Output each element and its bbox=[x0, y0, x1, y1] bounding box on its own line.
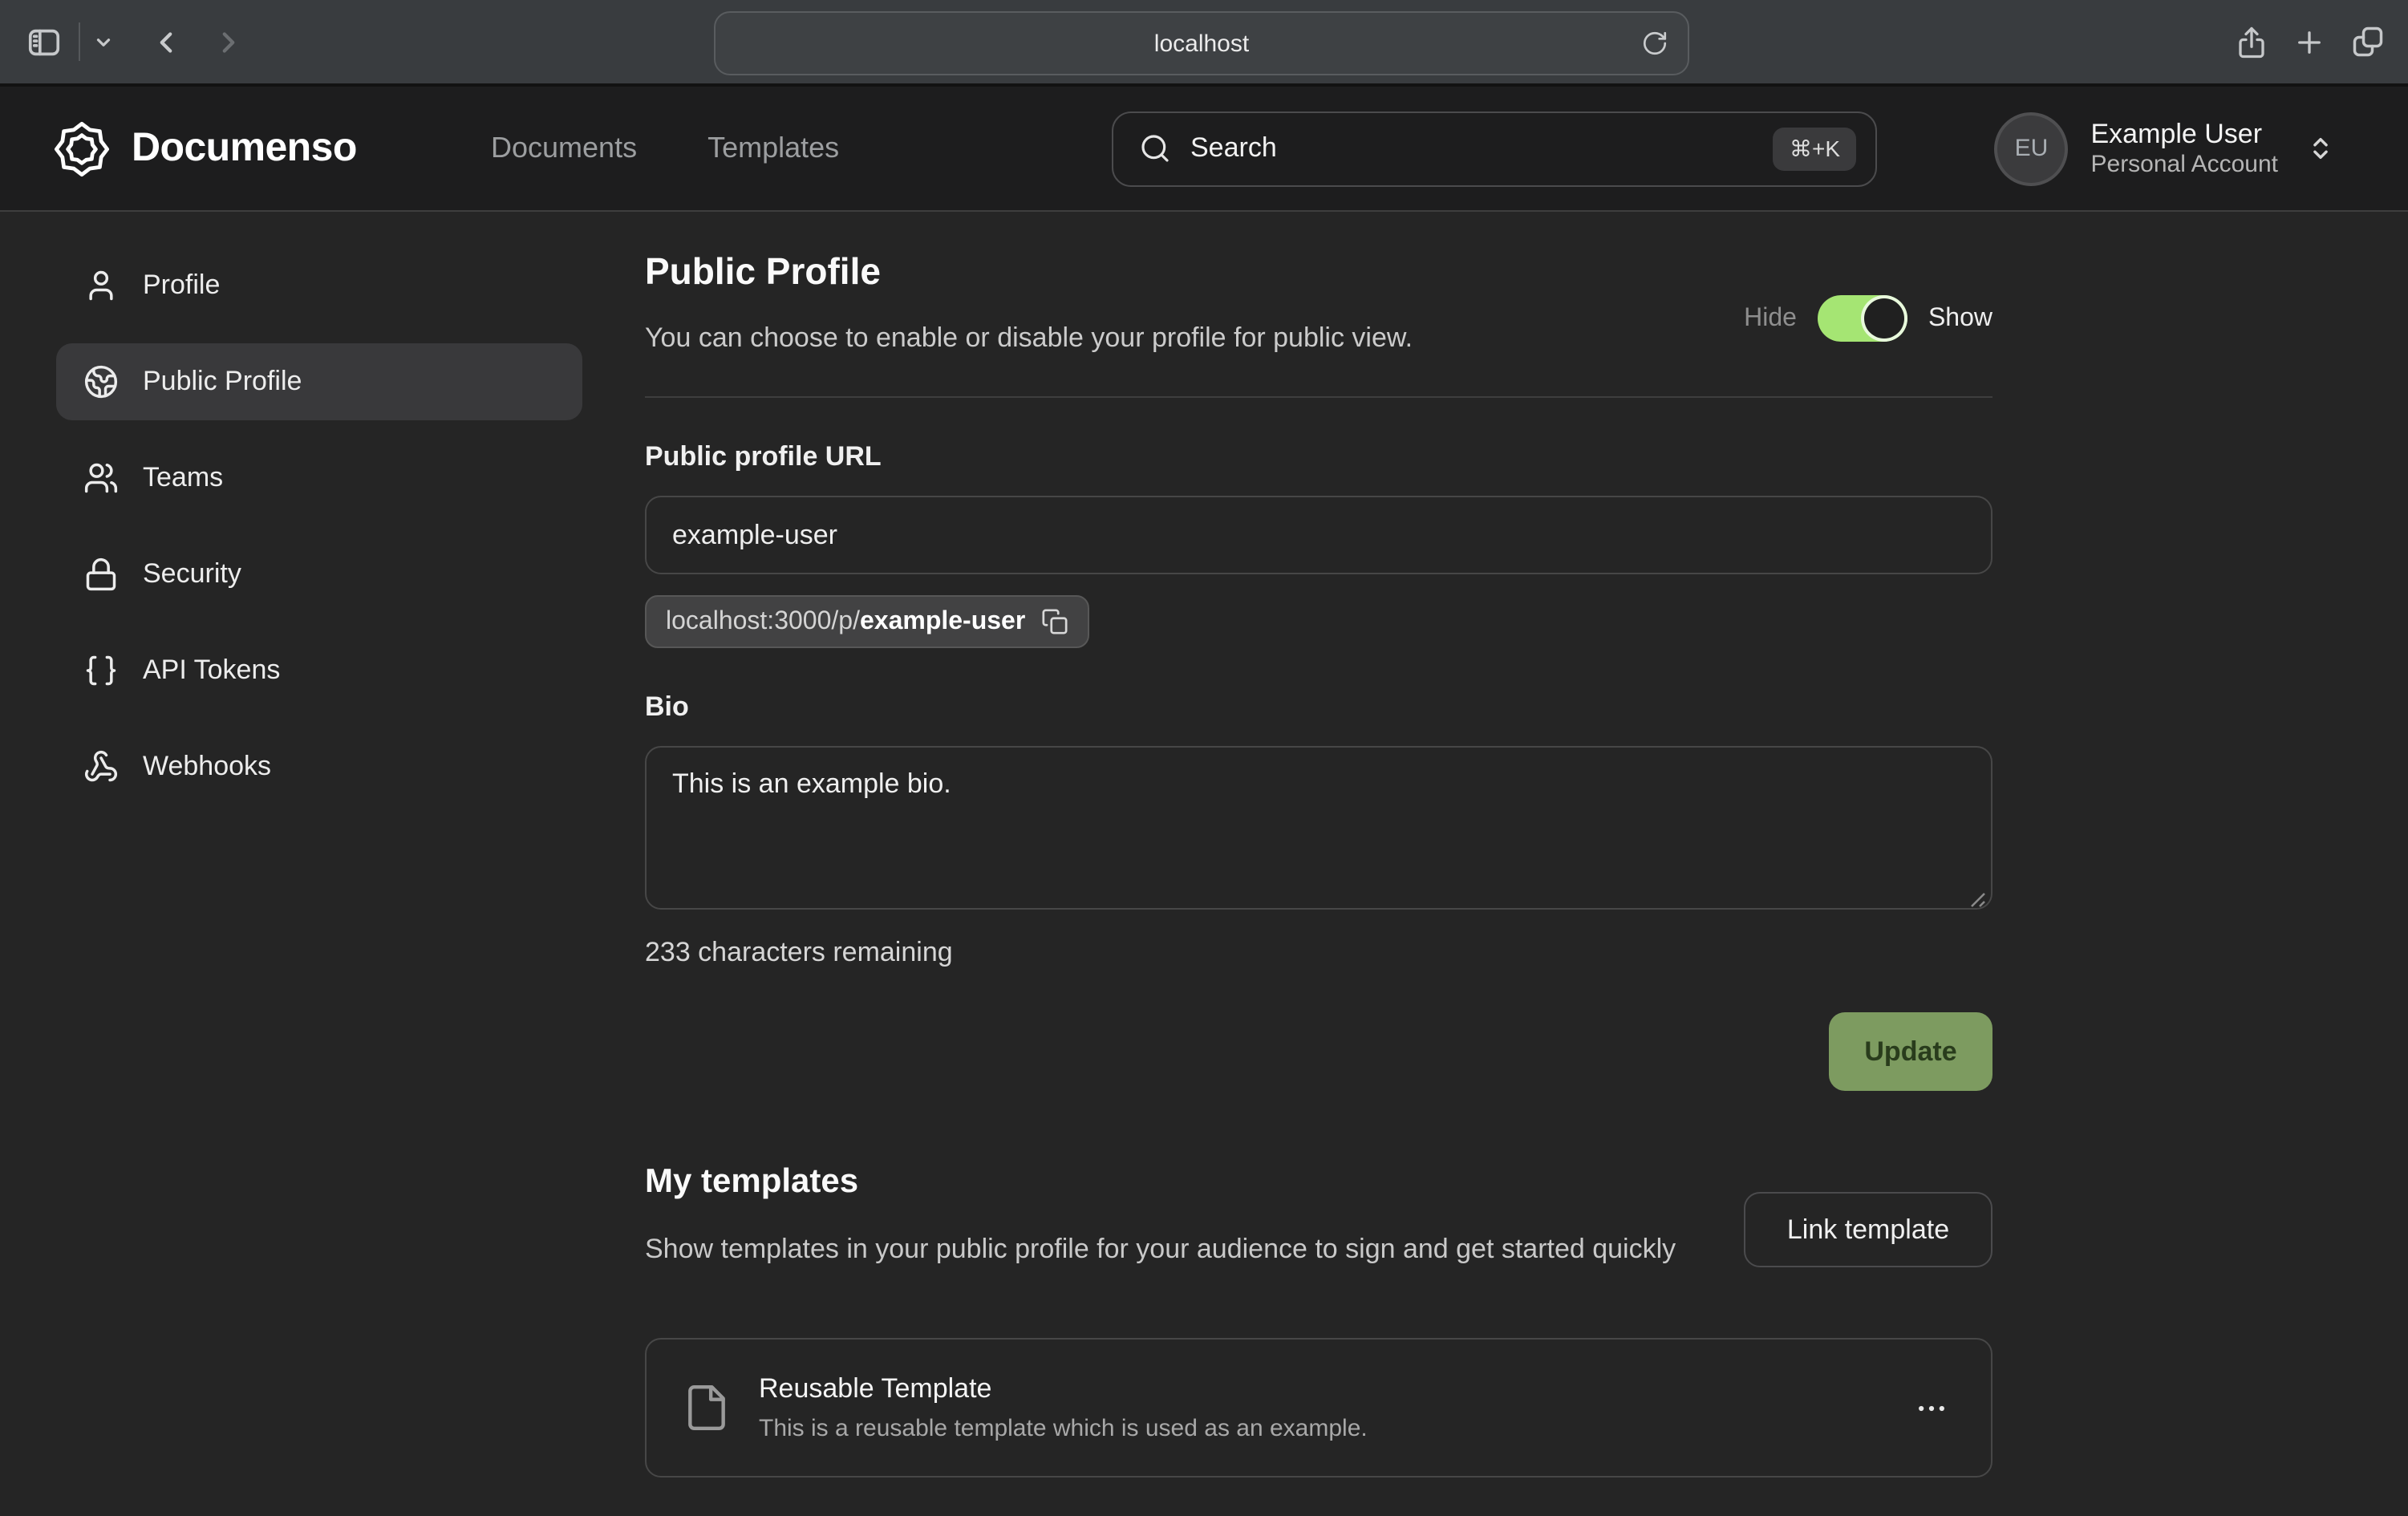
sidebar-item-public-profile[interactable]: Public Profile bbox=[56, 343, 582, 420]
copy-profile-link-chip[interactable]: localhost:3000/p/example-user bbox=[645, 595, 1089, 648]
share-icon[interactable] bbox=[2235, 25, 2268, 59]
users-icon bbox=[83, 460, 119, 496]
search-input[interactable]: Search ⌘+K bbox=[1112, 111, 1877, 186]
sidebar-item-api-tokens[interactable]: API Tokens bbox=[56, 632, 582, 709]
profile-link-slug: example-user bbox=[860, 607, 1025, 634]
browser-chrome: localhost bbox=[0, 0, 2408, 87]
resize-handle[interactable] bbox=[1968, 890, 1986, 908]
app-header: Documenso Documents Templates Search ⌘+K… bbox=[0, 87, 2408, 212]
public-profile-url-input[interactable] bbox=[645, 496, 1992, 574]
brand-name: Documenso bbox=[132, 125, 357, 172]
forward-button[interactable] bbox=[212, 25, 245, 59]
nav-templates[interactable]: Templates bbox=[707, 132, 839, 165]
sidebar-item-label: Security bbox=[143, 558, 241, 590]
sidebar-item-label: Profile bbox=[143, 270, 220, 302]
bio-field-label: Bio bbox=[645, 691, 1992, 724]
page-title: Public Profile bbox=[645, 250, 1992, 294]
bio-textarea[interactable]: This is an example bio. bbox=[645, 746, 1992, 910]
sidebar-toggle-icon[interactable] bbox=[26, 23, 63, 60]
screen: localhost Documens bbox=[0, 0, 2408, 1516]
new-tab-icon[interactable] bbox=[2292, 25, 2326, 59]
tab-overview-icon[interactable] bbox=[2350, 24, 2386, 59]
sidebar-item-label: Public Profile bbox=[143, 366, 302, 398]
toggle-hide-label: Hide bbox=[1744, 304, 1797, 333]
profile-link-prefix: localhost:3000/p/ bbox=[666, 607, 860, 634]
user-icon bbox=[83, 268, 119, 303]
search-icon bbox=[1139, 132, 1171, 164]
account-type: Personal Account bbox=[2091, 151, 2279, 181]
template-card[interactable]: Reusable Template This is a reusable tem… bbox=[645, 1338, 1992, 1477]
top-nav: Documents Templates bbox=[491, 87, 839, 210]
update-button[interactable]: Update bbox=[1829, 1012, 1992, 1091]
profile-visibility-toggle[interactable] bbox=[1818, 295, 1907, 342]
address-bar[interactable]: localhost bbox=[714, 11, 1689, 75]
nav-documents[interactable]: Documents bbox=[491, 132, 637, 165]
webhook-icon bbox=[83, 749, 119, 784]
globe-icon bbox=[83, 364, 119, 399]
sidebar-item-profile[interactable]: Profile bbox=[56, 247, 582, 324]
chevron-down-icon[interactable] bbox=[93, 31, 114, 52]
avatar: EU bbox=[1995, 111, 2069, 185]
settings-sidebar: Profile Public Profile Teams Security AP… bbox=[56, 247, 582, 825]
lock-icon bbox=[83, 557, 119, 592]
template-name: Reusable Template bbox=[759, 1373, 1887, 1405]
documenso-logo-icon bbox=[51, 118, 112, 179]
braces-icon bbox=[83, 653, 119, 688]
toggle-show-label: Show bbox=[1928, 304, 1992, 333]
chevrons-up-down-icon bbox=[2307, 135, 2334, 162]
back-button[interactable] bbox=[149, 25, 183, 59]
copy-icon bbox=[1041, 608, 1068, 635]
main-content: Public Profile Hide Show You can choose … bbox=[645, 212, 1992, 1477]
account-name: Example User bbox=[2091, 116, 2279, 151]
search-shortcut-badge: ⌘+K bbox=[1774, 127, 1856, 170]
template-more-menu-icon[interactable] bbox=[1914, 1390, 1949, 1425]
template-description: This is a reusable template which is use… bbox=[759, 1415, 1887, 1442]
sidebar-item-label: Webhooks bbox=[143, 751, 271, 783]
search-placeholder: Search bbox=[1190, 132, 1754, 164]
toggle-knob bbox=[1864, 298, 1904, 338]
url-field-label: Public profile URL bbox=[645, 441, 1992, 473]
sidebar-item-label: Teams bbox=[143, 462, 223, 494]
my-templates-description: Show templates in your public profile fo… bbox=[645, 1229, 1704, 1271]
sidebar-item-label: API Tokens bbox=[143, 655, 280, 687]
brand[interactable]: Documenso bbox=[51, 118, 357, 179]
sidebar-item-teams[interactable]: Teams bbox=[56, 440, 582, 517]
divider bbox=[79, 22, 80, 61]
sidebar-item-webhooks[interactable]: Webhooks bbox=[56, 728, 582, 805]
account-menu[interactable]: EU Example User Personal Account bbox=[1995, 111, 2335, 185]
sidebar-item-security[interactable]: Security bbox=[56, 536, 582, 613]
link-template-button[interactable]: Link template bbox=[1744, 1192, 1992, 1267]
reload-icon[interactable] bbox=[1641, 30, 1668, 57]
file-icon bbox=[682, 1383, 732, 1433]
characters-remaining: 233 characters remaining bbox=[645, 937, 1992, 969]
address-bar-url: localhost bbox=[1154, 30, 1249, 57]
divider bbox=[645, 396, 1992, 398]
